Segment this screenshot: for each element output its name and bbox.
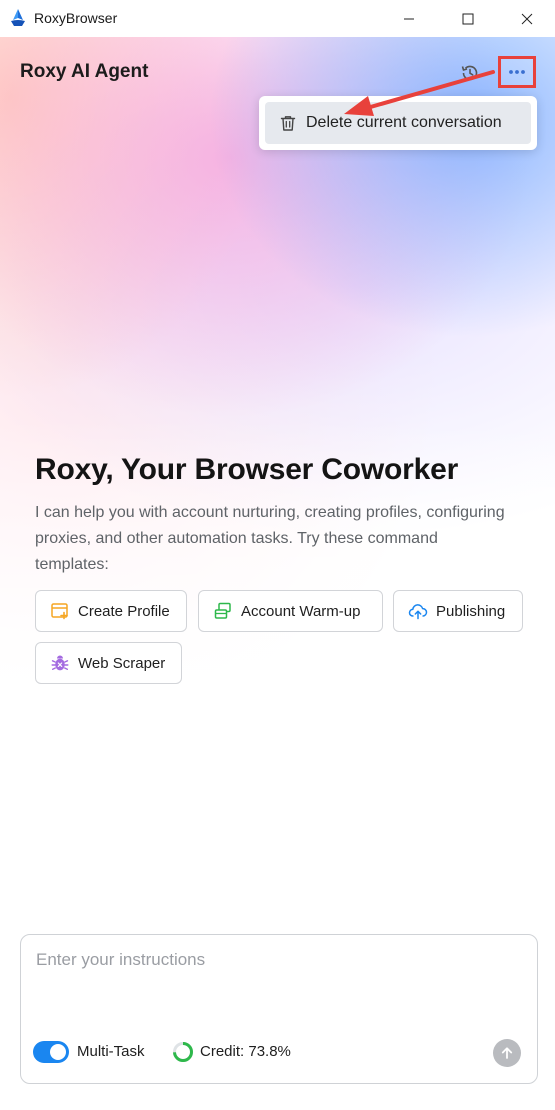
credit-label: Credit: 73.8% (200, 1043, 291, 1060)
instructions-input[interactable] (36, 950, 516, 1010)
multi-task-toggle[interactable] (33, 1041, 69, 1063)
account-warmup-template-button[interactable]: Account Warm-up (198, 590, 383, 632)
app-name: RoxyBrowser (34, 10, 118, 26)
window-titlebar: RoxyBrowser (0, 0, 555, 37)
multi-task-label: Multi-Task (77, 1043, 145, 1060)
maximize-button[interactable] (437, 0, 499, 37)
cloud-upload-icon (408, 604, 428, 620)
template-label: Web Scraper (78, 654, 166, 672)
hero-title: Roxy, Your Browser Coworker (35, 453, 459, 486)
trash-icon (280, 116, 296, 131)
minimize-icon (404, 18, 414, 19)
minimize-button[interactable] (378, 0, 440, 37)
bug-icon (51, 655, 69, 671)
maximize-icon (462, 13, 474, 24)
hero-description: I can help you with account nurturing, c… (35, 504, 505, 573)
annotation-arrow (344, 70, 495, 116)
create-profile-template-button[interactable]: Create Profile (35, 590, 187, 632)
close-icon (521, 13, 533, 24)
create-profile-icon (51, 603, 68, 620)
template-label: Account Warm-up (241, 602, 361, 620)
publishing-template-button[interactable]: Publishing (393, 590, 523, 632)
send-button[interactable] (493, 1039, 521, 1067)
toggle-knob (50, 1044, 66, 1060)
web-scraper-template-button[interactable]: Web Scraper (35, 642, 182, 684)
template-label: Create Profile (78, 602, 170, 620)
arrow-up-icon (501, 1047, 513, 1059)
composer: Multi-Task Credit: 73.8% (20, 934, 538, 1084)
roxybrowser-logo-icon (11, 9, 25, 26)
close-button[interactable] (496, 0, 555, 37)
credit-progress-ring (173, 1042, 193, 1062)
account-warmup-icon (214, 602, 231, 619)
more-horizontal-icon (509, 70, 525, 74)
template-label: Publishing (436, 602, 506, 620)
page-title: Roxy AI Agent (20, 61, 149, 82)
